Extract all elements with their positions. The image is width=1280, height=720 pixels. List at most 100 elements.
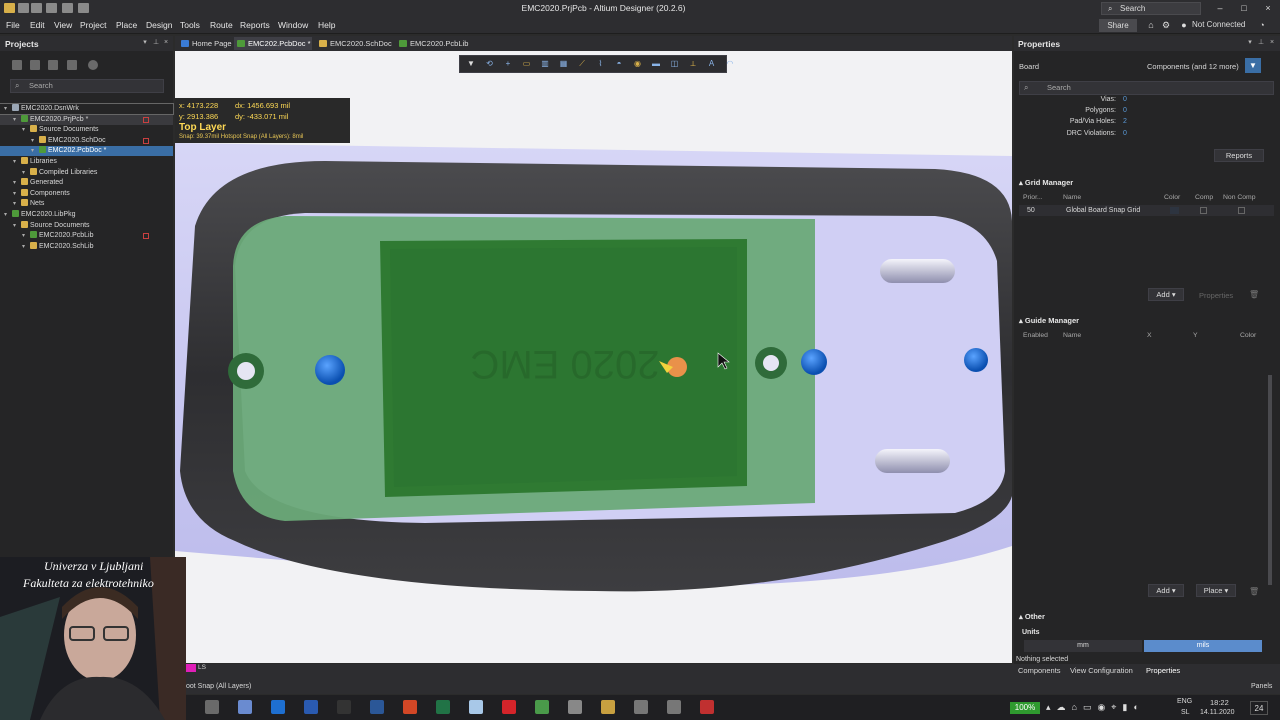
pin-icon[interactable]: ⊥ — [1257, 39, 1265, 47]
delete-icon[interactable]: 🗑 — [1249, 290, 1259, 299]
noncomp-checkbox[interactable] — [1238, 207, 1245, 214]
maximize-button[interactable]: □ — [1236, 2, 1252, 15]
task-view-icon[interactable] — [205, 700, 219, 714]
gear-icon[interactable]: ⚙ — [1160, 19, 1172, 31]
project-search-input[interactable]: Search — [10, 79, 164, 93]
expand-icon[interactable]: ▾ — [31, 136, 34, 146]
recorder-icon[interactable] — [700, 700, 714, 714]
clock-app-icon[interactable] — [634, 700, 648, 714]
network-icon[interactable] — [238, 700, 252, 714]
settings-app-icon[interactable] — [568, 700, 582, 714]
open-folder-icon[interactable] — [48, 60, 58, 70]
tree-item[interactable]: ▾ EMC2020.DsnWrk — [0, 103, 174, 115]
settings-icon[interactable] — [88, 60, 98, 70]
clock-time[interactable]: 18:22 — [1210, 698, 1229, 707]
grid-add-button[interactable]: Add ▾ — [1148, 288, 1184, 301]
close-button[interactable]: × — [1260, 2, 1276, 15]
tree-item[interactable]: ▾ Generated — [0, 178, 173, 188]
component-icon[interactable]: ▥ — [540, 59, 550, 69]
tree-item[interactable]: ▾ Nets — [0, 199, 173, 209]
expand-icon[interactable]: ▾ — [13, 189, 16, 199]
menu-item-place[interactable]: Place — [116, 20, 137, 30]
home-icon[interactable]: ⌂ — [1145, 19, 1157, 31]
guide-column-header[interactable]: Enabled — [1023, 332, 1048, 339]
expand-icon[interactable]: ▾ — [22, 242, 25, 252]
properties-search-input[interactable]: Search — [1019, 81, 1274, 95]
tree-item[interactable]: ▾ Components — [0, 188, 173, 199]
layer-set-label[interactable]: LS — [198, 664, 206, 671]
menu-item-project[interactable]: Project — [80, 20, 106, 30]
notification-icon[interactable]: 24 — [1250, 701, 1268, 715]
unit-option-mm[interactable]: mm — [1024, 640, 1142, 652]
minimize-button[interactable]: – — [1212, 2, 1228, 15]
expand-icon[interactable]: ▾ — [4, 210, 7, 220]
panels-button[interactable]: Panels — [1251, 683, 1272, 690]
tree-item[interactable]: ▾ EMC2020.PrjPcb * — [0, 114, 173, 125]
arc-tool-icon[interactable]: ◠ — [725, 59, 735, 69]
panel-tab-components[interactable]: Components — [1018, 666, 1061, 675]
via-icon[interactable]: ◉ — [633, 59, 643, 69]
menu-item-route[interactable]: Route — [210, 20, 233, 30]
chrome-icon[interactable] — [535, 700, 549, 714]
dimension-icon[interactable]: ⟂ — [688, 59, 698, 69]
save-icon[interactable] — [304, 700, 318, 714]
expand-icon[interactable]: ▾ — [4, 104, 7, 114]
unit-option-mils[interactable]: mils — [1144, 640, 1262, 652]
pin-icon[interactable]: ⊥ — [152, 39, 160, 47]
workspace-icon[interactable] — [12, 60, 22, 70]
expand-icon[interactable]: ▾ — [31, 146, 34, 156]
region-icon[interactable]: ▦ — [559, 59, 569, 69]
tree-item[interactable]: ▾ Libraries — [0, 157, 173, 167]
tab-emc202[interactable]: EMC202.PcbDoc * — [234, 37, 312, 50]
tree-item[interactable]: ▾ EMC2020.SchDoc — [0, 135, 173, 146]
menu-item-design[interactable]: Design — [146, 20, 172, 30]
comp-checkbox[interactable] — [1200, 207, 1207, 214]
clock-date[interactable]: 14.11.2020 — [1200, 709, 1235, 716]
notepad-icon[interactable] — [469, 700, 483, 714]
fill-icon[interactable]: ⟋ — [577, 59, 587, 69]
add-icon[interactable]: + — [503, 59, 513, 69]
grid-column-header[interactable]: Color — [1164, 194, 1180, 201]
terminal-icon[interactable] — [337, 700, 351, 714]
layer-color-swatch[interactable] — [186, 664, 196, 672]
tree-item[interactable]: ▾ EMC2020.PcbLib — [0, 231, 173, 241]
menu-item-reports[interactable]: Reports — [240, 20, 270, 30]
connection-status[interactable]: Not Connected — [1192, 20, 1245, 29]
close-icon[interactable]: × — [162, 39, 170, 47]
account-icon[interactable]: ◔ — [1256, 19, 1268, 31]
panel-tab-properties[interactable]: Properties — [1146, 666, 1180, 675]
guide-column-header[interactable]: Color — [1240, 332, 1256, 339]
tree-item[interactable]: ▾ Source Documents — [0, 125, 173, 135]
acrobat-icon[interactable] — [502, 700, 516, 714]
grid-color-swatch[interactable] — [1170, 207, 1179, 214]
string-icon[interactable]: A — [707, 59, 717, 69]
guide-manager-title[interactable]: ▴ Guide Manager — [1019, 316, 1079, 325]
other-title[interactable]: ▴ Other — [1019, 612, 1045, 621]
save-project-icon[interactable] — [30, 60, 40, 70]
polygon-icon[interactable]: ◫ — [670, 59, 680, 69]
tray-icons[interactable]: ▴☁⌂▭◉⌖▮◐ — [1046, 702, 1171, 714]
components-filter[interactable]: Components (and 12 more) — [1147, 62, 1239, 71]
filter-icon[interactable]: ▼ — [1245, 58, 1261, 73]
filter-icon[interactable]: ▼ — [466, 59, 476, 69]
battery-indicator[interactable]: 100% — [1010, 702, 1040, 714]
reports-button[interactable]: Reports — [1214, 149, 1264, 162]
tree-item[interactable]: ▾ EMC202.PcbDoc * — [0, 146, 173, 157]
tab-emc2020[interactable]: EMC2020.SchDoc — [316, 37, 392, 50]
guide-column-header[interactable]: X — [1147, 332, 1152, 339]
grid-column-header[interactable]: Name — [1063, 194, 1081, 201]
dropdown-icon[interactable]: ▾ — [141, 39, 149, 47]
expand-icon[interactable]: ▾ — [13, 199, 16, 209]
guide-add-button[interactable]: Add ▾ — [1148, 584, 1184, 597]
tree-item[interactable]: ▾ Compiled Libraries — [0, 167, 173, 178]
powerpoint-icon[interactable] — [403, 700, 417, 714]
expand-icon[interactable]: ▾ — [22, 125, 25, 135]
grid-column-header[interactable]: Non Comp — [1223, 194, 1256, 201]
guide-column-header[interactable]: Y — [1193, 332, 1198, 339]
grid-manager-title[interactable]: ▴ Grid Manager — [1019, 178, 1073, 187]
grid-properties-button[interactable]: Properties — [1199, 291, 1233, 300]
guide-place-button[interactable]: Place ▾ — [1196, 584, 1236, 597]
region-indicator[interactable]: SL — [1181, 709, 1190, 716]
panel-tab-view-configuration[interactable]: View Configuration — [1070, 666, 1133, 675]
word-icon[interactable] — [370, 700, 384, 714]
